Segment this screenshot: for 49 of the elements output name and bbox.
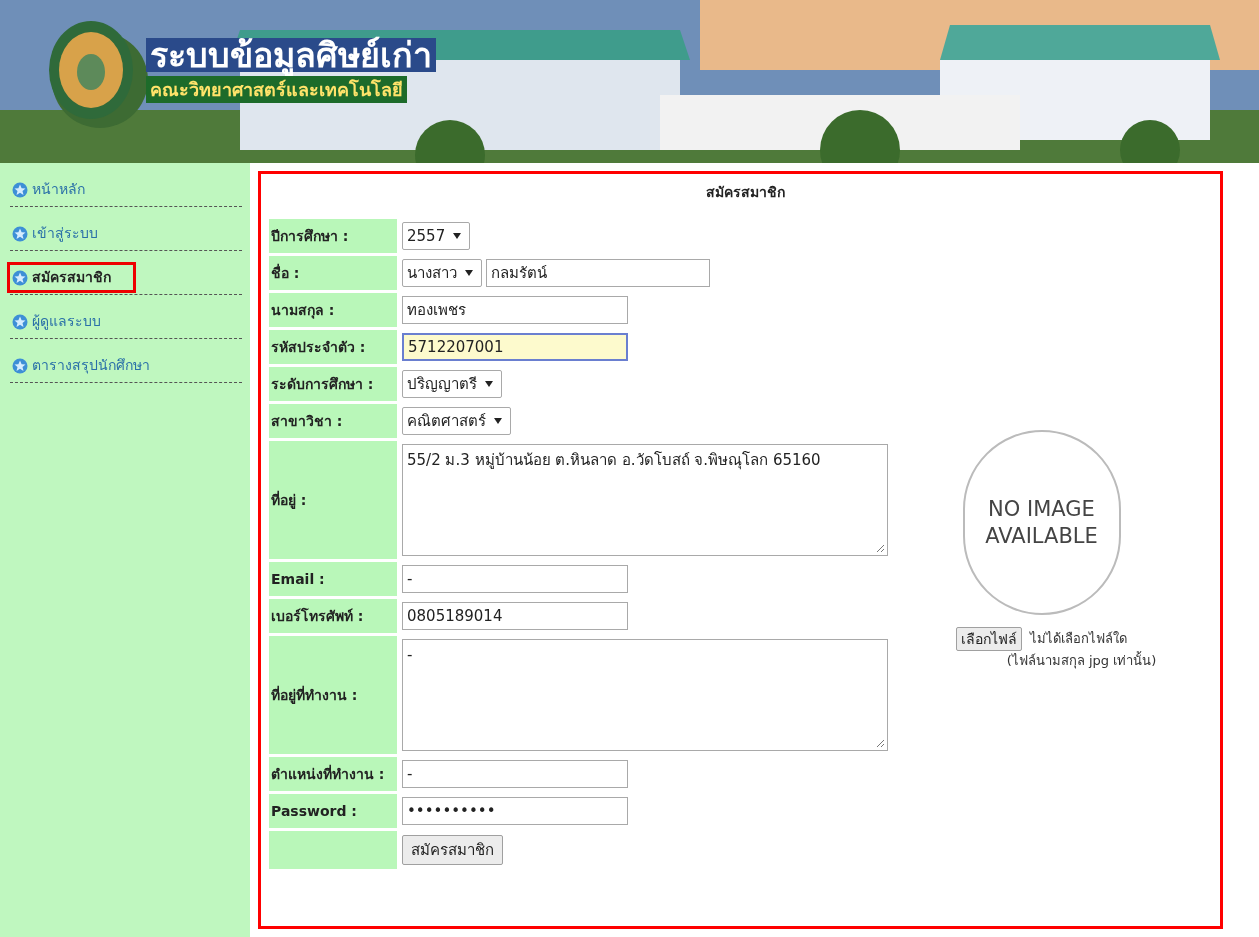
text-field[interactable]: 5712207001 bbox=[402, 333, 628, 361]
nav-link[interactable]: สมัครสมาชิก bbox=[10, 265, 133, 290]
file-note: (ไฟล์นามสกุล jpg เท่านั้น) bbox=[1006, 651, 1157, 671]
field-label: ตำแหน่งที่ทำงาน : bbox=[269, 757, 397, 791]
field-label: เบอร์โทรศัพท์ : bbox=[269, 599, 397, 633]
field-label: นามสกุล : bbox=[269, 293, 397, 327]
dropdown-arrow-icon bbox=[465, 270, 473, 276]
text-field[interactable]: 0805189014 bbox=[402, 602, 628, 630]
star-icon bbox=[12, 313, 28, 330]
text-field[interactable]: - bbox=[402, 565, 628, 593]
nav-link[interactable]: ผู้ดูแลระบบ bbox=[10, 309, 103, 334]
text-area[interactable]: 55/2 ม.3 หมู่บ้านน้อย ต.หินลาด อ.วัดโบสถ์ จ.พิษณุโลก 65160 bbox=[402, 444, 888, 556]
text-field[interactable]: กลมรัตน์ bbox=[486, 259, 710, 287]
field-label: ที่อยู่ที่ทำงาน : bbox=[269, 636, 397, 754]
dropdown[interactable]: 2557 bbox=[402, 222, 471, 250]
text-area[interactable]: - bbox=[402, 639, 888, 751]
field-label: ที่อยู่ : bbox=[269, 441, 397, 559]
dropdown-arrow-icon bbox=[494, 418, 502, 424]
dropdown-arrow-icon bbox=[453, 233, 462, 239]
field-label: ระดับการศึกษา : bbox=[269, 367, 397, 401]
text-field[interactable]: - bbox=[402, 760, 628, 788]
resize-handle-icon[interactable] bbox=[875, 738, 885, 748]
nav-link[interactable]: ตารางสรุปนักศึกษา bbox=[10, 353, 152, 378]
submit-button[interactable]: สมัครสมาชิก bbox=[402, 835, 503, 865]
form-title: สมัครสมาชิก bbox=[705, 183, 785, 202]
field-label: ปีการศึกษา : bbox=[269, 219, 397, 253]
password-field[interactable]: •••••••••• bbox=[402, 797, 628, 825]
university-seal-icon bbox=[48, 20, 134, 120]
resize-handle-icon[interactable] bbox=[875, 543, 885, 553]
dropdown-arrow-icon bbox=[485, 381, 493, 387]
dropdown[interactable]: คณิตศาสตร์ bbox=[402, 407, 511, 435]
text-field[interactable]: ทองเพชร bbox=[402, 296, 628, 324]
field-label: รหัสประจำตัว : bbox=[269, 330, 397, 364]
field-label: ชื่อ : bbox=[269, 256, 397, 290]
star-icon bbox=[12, 269, 28, 286]
star-icon bbox=[12, 181, 28, 198]
nav-link[interactable]: หน้าหลัก bbox=[10, 177, 87, 202]
nav-link[interactable]: เข้าสู่ระบบ bbox=[10, 221, 100, 246]
star-icon bbox=[12, 225, 28, 242]
dropdown[interactable]: ปริญญาตรี bbox=[402, 370, 502, 398]
field-label: Email : bbox=[269, 562, 397, 596]
site-subtitle: คณะวิทยาศาสตร์และเทคโนโลยี bbox=[146, 75, 407, 103]
choose-file-button[interactable]: เลือกไฟล์ bbox=[956, 627, 1022, 651]
no-image-text: NO IMAGE AVAILABLE bbox=[984, 496, 1099, 549]
file-status: ไม่ได้เลือกไฟล์ใด bbox=[1030, 630, 1127, 649]
field-label: สาขาวิชา : bbox=[269, 404, 397, 438]
field-label: Password : bbox=[269, 794, 397, 828]
star-icon bbox=[12, 357, 28, 374]
dropdown[interactable]: นางสาว bbox=[402, 259, 482, 287]
